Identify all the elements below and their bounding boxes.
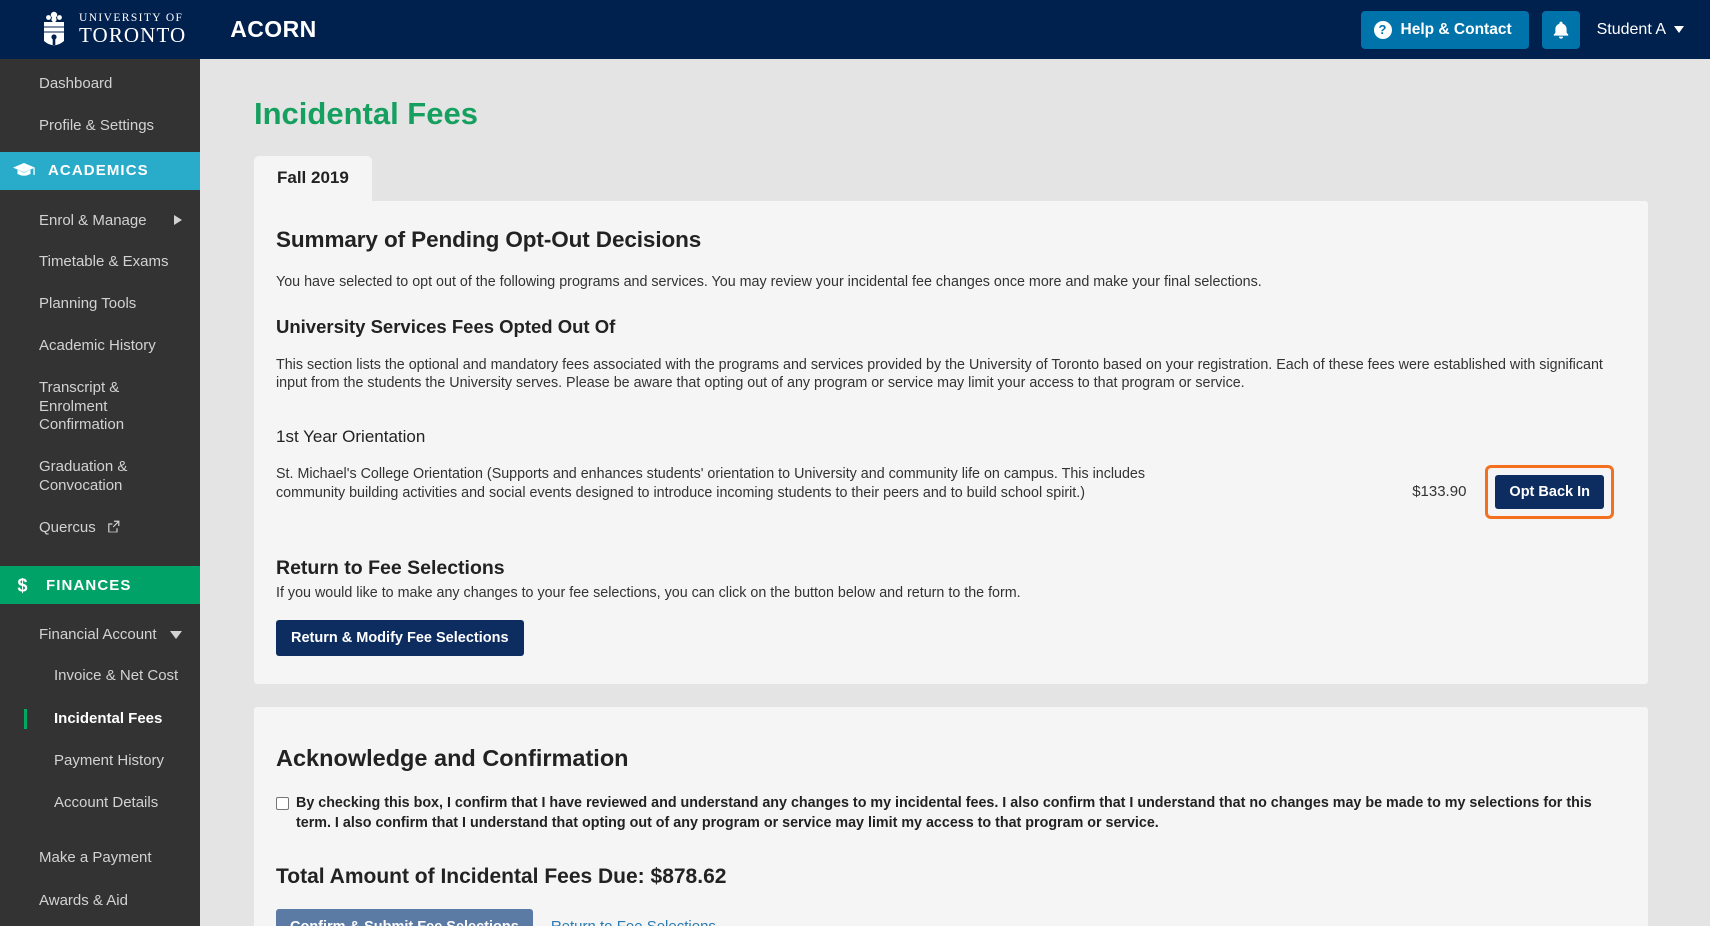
dollar-sign-icon: $ <box>17 576 28 596</box>
summary-card-inner: Summary of Pending Opt-Out Decisions You… <box>254 227 1648 657</box>
return-to-fee-selections-link[interactable]: Return to Fee Selections <box>551 918 716 926</box>
sidebar-item-dashboard[interactable]: Dashboard <box>0 67 200 101</box>
summary-card: Summary of Pending Opt-Out Decisions You… <box>254 201 1648 685</box>
sidebar-item-planning-tools[interactable]: Planning Tools <box>0 287 200 321</box>
return-modify-button-wrap: Return & Modify Fee Selections <box>276 620 1626 657</box>
return-and-modify-fee-selections-button[interactable]: Return & Modify Fee Selections <box>276 620 524 657</box>
student-account-menu[interactable]: Student A <box>1597 21 1684 39</box>
sidebar-item-awards-aid[interactable]: Awards & Aid <box>0 884 200 918</box>
fee-item: 1st Year Orientation St. Michael's Colle… <box>276 427 1626 519</box>
summary-heading: Summary of Pending Opt-Out Decisions <box>276 227 702 252</box>
final-actions: Confirm & Submit Fee Selections Return t… <box>276 908 1626 926</box>
acknowledge-checkbox-label: By checking this box, I confirm that I h… <box>296 795 1592 831</box>
sidebar-item-enrol-manage-label: Enrol & Manage <box>39 211 147 229</box>
sidebar-item-incidental-fees[interactable]: Incidental Fees <box>0 702 200 736</box>
chevron-right-icon <box>174 215 182 226</box>
main-sidebar: Dashboard Profile & Settings ACADEMICS E… <box>0 59 200 926</box>
uoft-logo[interactable]: UNIVERSITY OF TORONTO <box>38 10 186 50</box>
header-actions: ? Help & Contact Student A <box>1360 10 1684 49</box>
chevron-down-icon <box>170 630 182 639</box>
graduation-cap-icon <box>13 163 35 176</box>
return-to-fee-selections-heading: Return to Fee Selections <box>276 556 505 579</box>
sidebar-item-invoice-net-cost[interactable]: Invoice & Net Cost <box>0 659 200 693</box>
sidebar-item-enrol-manage[interactable]: Enrol & Manage <box>0 204 200 237</box>
page-title: Incidental Fees <box>254 96 478 131</box>
sidebar-item-quercus[interactable]: Quercus <box>0 511 200 545</box>
sidebar-section-finances[interactable]: $ FINANCES <box>0 566 200 605</box>
sidebar-item-make-a-payment[interactable]: Make a Payment <box>0 841 200 875</box>
fee-item-amount: $133.90 <box>1412 483 1467 501</box>
acorn-app-name[interactable]: ACORN <box>230 16 316 43</box>
acknowledge-checkbox-row: By checking this box, I confirm that I h… <box>276 794 1626 833</box>
external-link-icon <box>108 520 120 533</box>
university-services-subheading: University Services Fees Opted Out Of <box>276 315 616 337</box>
uoft-wordmark-line2: TORONTO <box>79 23 187 48</box>
sidebar-item-payment-history[interactable]: Payment History <box>0 744 200 778</box>
student-name-label: Student A <box>1596 20 1666 38</box>
notifications-button[interactable] <box>1541 10 1580 49</box>
fee-item-description: St. Michael's College Orientation (Suppo… <box>276 465 1146 502</box>
sidebar-item-profile-settings[interactable]: Profile & Settings <box>0 109 200 143</box>
return-to-fee-selections-text: If you would like to make any changes to… <box>276 584 1021 601</box>
fee-item-actions: $133.90 Opt Back In <box>1412 464 1626 519</box>
chevron-down-icon <box>1674 26 1684 33</box>
question-circle-icon: ? <box>1373 20 1392 39</box>
fee-item-name: 1st Year Orientation <box>276 426 426 446</box>
bell-icon <box>1553 21 1568 39</box>
summary-intro-text: You have selected to opt out of the foll… <box>276 274 1262 290</box>
acknowledge-card: Acknowledge and Confirmation By checking… <box>254 707 1648 926</box>
sidebar-item-financial-account[interactable]: Financial Account <box>0 618 200 651</box>
sidebar-item-account-details[interactable]: Account Details <box>0 786 200 820</box>
opt-back-in-button[interactable]: Opt Back In <box>1495 474 1604 509</box>
sidebar-item-timetable-exams[interactable]: Timetable & Exams <box>0 245 200 279</box>
help-and-contact-label: Help & Contact <box>1400 20 1512 38</box>
main-content: Incidental Fees Fall 2019 Summary of Pen… <box>200 59 1710 926</box>
acknowledge-heading: Acknowledge and Confirmation <box>276 745 629 772</box>
sidebar-section-academics-label: ACADEMICS <box>48 162 149 180</box>
uoft-crest-icon <box>44 11 64 45</box>
sidebar-item-graduation-convocation[interactable]: Graduation & Convocation <box>0 450 200 503</box>
sidebar-item-quercus-label: Quercus <box>39 518 96 536</box>
sidebar-section-academics[interactable]: ACADEMICS <box>0 151 200 190</box>
acknowledge-card-inner: Acknowledge and Confirmation By checking… <box>254 745 1648 926</box>
sidebar-item-academic-history[interactable]: Academic History <box>0 329 200 363</box>
total-amount-due: Total Amount of Incidental Fees Due: $87… <box>276 864 727 888</box>
university-services-description: This section lists the optional and mand… <box>276 356 1603 392</box>
help-and-contact-button[interactable]: ? Help & Contact <box>1360 10 1529 49</box>
confirm-and-submit-fee-selections-button[interactable]: Confirm & Submit Fee Selections <box>276 908 533 926</box>
opt-back-in-highlight-ring: Opt Back In <box>1485 464 1614 519</box>
sidebar-item-financial-account-label: Financial Account <box>39 626 157 644</box>
fee-item-row: St. Michael's College Orientation (Suppo… <box>276 464 1626 519</box>
svg-text:$: $ <box>17 576 28 596</box>
term-tabs: Fall 2019 <box>254 156 1710 201</box>
tab-fall-2019[interactable]: Fall 2019 <box>254 156 372 201</box>
acknowledge-checkbox[interactable] <box>276 797 289 811</box>
sidebar-section-finances-label: FINANCES <box>46 576 132 594</box>
sidebar-item-transcript-enrolment-confirmation[interactable]: Transcript & Enrolment Confirmation <box>0 371 200 442</box>
app-header: UNIVERSITY OF TORONTO ACORN ? Help & Con… <box>0 0 1710 59</box>
